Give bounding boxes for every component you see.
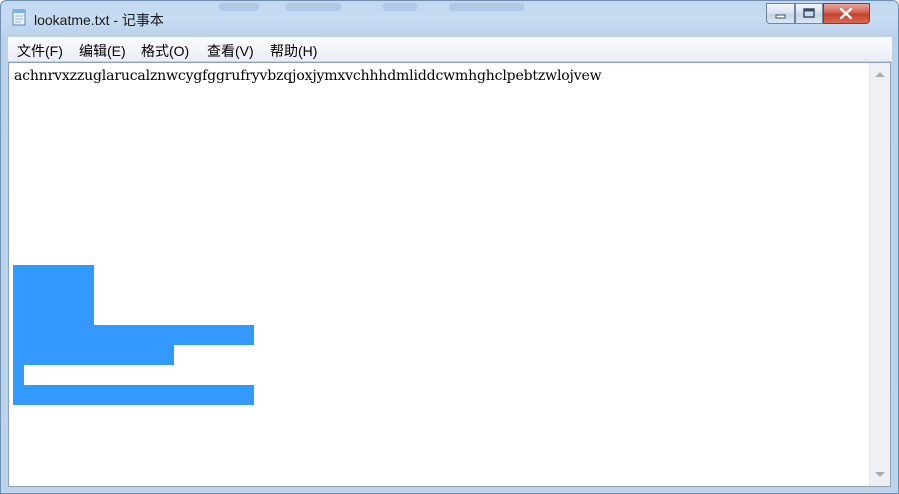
notepad-icon <box>12 9 26 26</box>
menu-help[interactable]: 帮助(H) <box>270 41 317 61</box>
scroll-up-arrow-icon[interactable] <box>875 72 885 77</box>
background-window-artifact <box>449 3 524 11</box>
background-window-artifact <box>286 3 341 11</box>
text-selection <box>13 385 254 405</box>
close-icon <box>839 7 853 20</box>
close-button[interactable] <box>823 3 870 24</box>
maximize-icon <box>803 8 815 18</box>
title-bar[interactable]: lookatme.txt - 记事本 <box>1 1 898 35</box>
minimize-icon <box>775 14 786 19</box>
window-title: lookatme.txt - 记事本 <box>34 12 164 28</box>
menu-edit[interactable]: 编辑(E) <box>79 41 126 61</box>
text-selection <box>13 325 254 345</box>
menu-view[interactable]: 查看(V) <box>207 41 254 61</box>
editor-text-line: achnrvxzzuglarucalznwcygfggrufryvbzqjoxj… <box>14 68 602 84</box>
maximize-button[interactable] <box>795 3 823 24</box>
minimize-button[interactable] <box>766 3 795 24</box>
text-selection <box>13 365 24 385</box>
text-selection <box>13 345 174 365</box>
background-window-artifact <box>383 3 417 11</box>
scroll-down-arrow-icon[interactable] <box>875 472 885 477</box>
menu-file[interactable]: 文件(F) <box>17 41 63 61</box>
text-selection <box>13 265 94 325</box>
notepad-window: lookatme.txt - 记事本 文件(F) 编辑(E) 格式(O) 查看(… <box>0 0 899 494</box>
menu-bar: 文件(F) 编辑(E) 格式(O) 查看(V) 帮助(H) <box>8 37 892 62</box>
vertical-scrollbar[interactable] <box>869 63 890 486</box>
background-window-artifact <box>219 3 259 11</box>
text-editor[interactable]: achnrvxzzuglarucalznwcygfggrufryvbzqjoxj… <box>8 62 891 487</box>
menu-format[interactable]: 格式(O) <box>141 41 189 61</box>
